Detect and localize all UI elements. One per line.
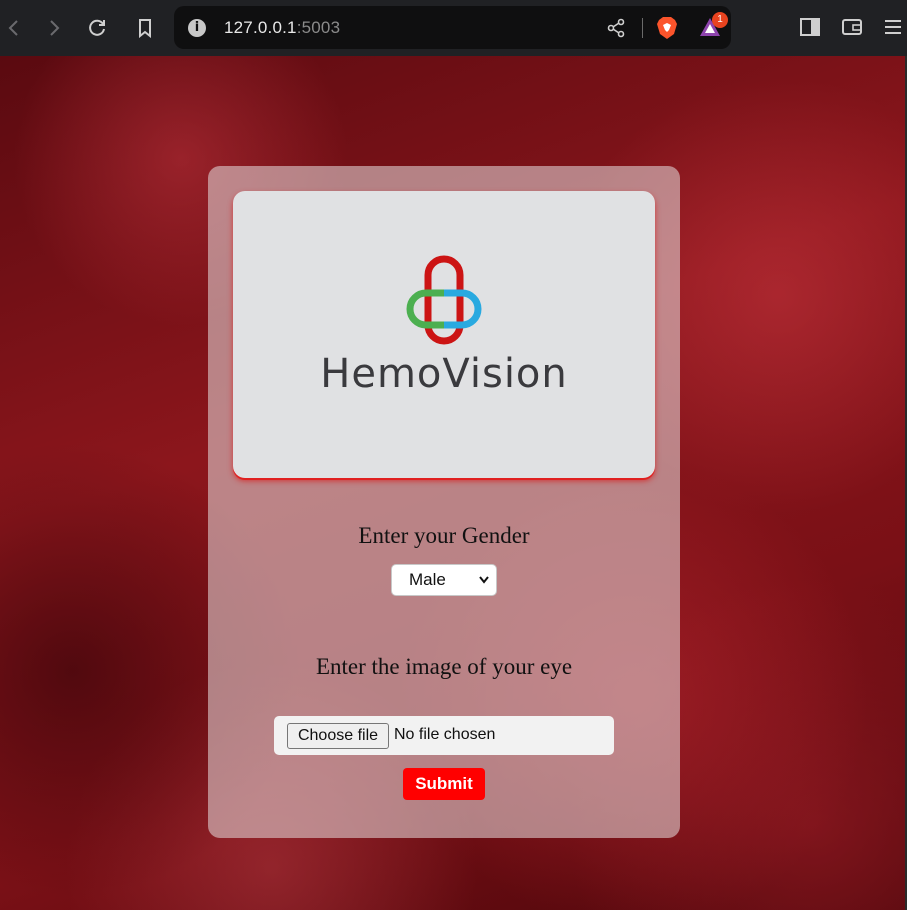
- file-status: No file chosen: [394, 726, 496, 743]
- chevron-down-icon: [478, 565, 490, 606]
- share-icon[interactable]: [606, 18, 626, 43]
- gender-select-value: Male: [409, 570, 446, 589]
- bookmark-icon[interactable]: [131, 14, 159, 42]
- menu-icon[interactable]: [884, 19, 902, 40]
- logo-text: HemoVision: [320, 351, 568, 397]
- logo-panel: HemoVision: [233, 191, 655, 478]
- sidebar-icon[interactable]: [800, 18, 820, 41]
- page-background: HemoVision Enter your Gender Male Enter …: [0, 56, 905, 910]
- wallet-icon[interactable]: [842, 18, 862, 41]
- gender-label: Enter your Gender: [358, 523, 530, 548]
- gender-select[interactable]: Male: [391, 564, 497, 596]
- eye-image-label: Enter the image of your eye: [315, 654, 573, 679]
- submit-button[interactable]: Submit: [403, 768, 485, 800]
- eye-image-file-input[interactable]: Choose file No file chosen: [274, 716, 614, 755]
- brave-shield-icon[interactable]: [656, 16, 678, 45]
- address-bar[interactable]: i 127.0.0.1:5003 1: [174, 6, 731, 49]
- info-icon[interactable]: i: [188, 19, 206, 37]
- back-icon[interactable]: [0, 14, 28, 42]
- reload-icon[interactable]: [83, 14, 111, 42]
- notification-badge: 1: [712, 12, 728, 28]
- forward-icon[interactable]: [40, 14, 68, 42]
- form-card: HemoVision Enter your Gender Male Enter …: [208, 166, 680, 838]
- divider: [642, 18, 643, 38]
- browser-toolbar: i 127.0.0.1:5003 1: [0, 0, 907, 56]
- url-text[interactable]: 127.0.0.1:5003: [224, 18, 340, 38]
- choose-file-button[interactable]: Choose file: [287, 723, 389, 749]
- logo-icon: [406, 255, 482, 345]
